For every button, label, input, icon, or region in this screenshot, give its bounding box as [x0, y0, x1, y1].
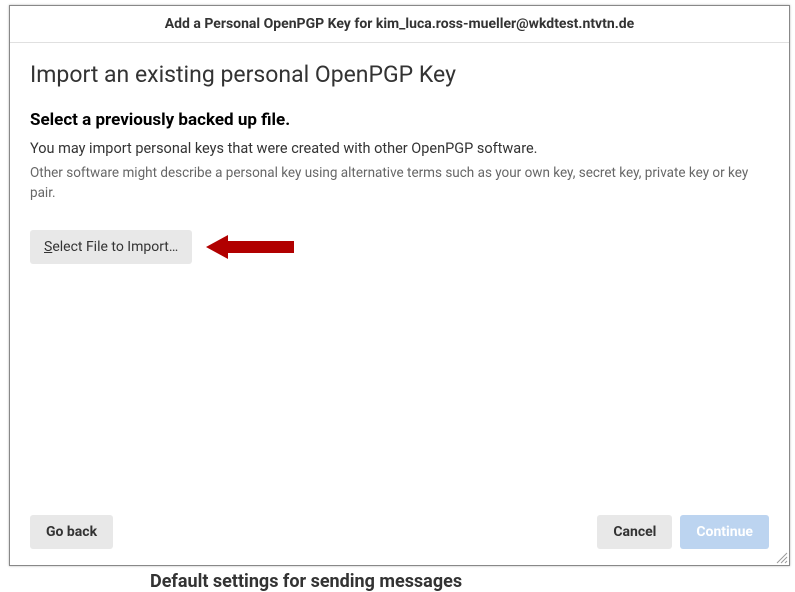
footer-left: Go back	[30, 515, 113, 549]
import-heading: Import an existing personal OpenPGP Key	[30, 61, 769, 88]
import-description: You may import personal keys that were c…	[30, 140, 769, 157]
select-file-subheading: Select a previously backed up file.	[30, 110, 769, 130]
go-back-button[interactable]: Go back	[30, 515, 113, 549]
add-openpgp-key-dialog: Add a Personal OpenPGP Key for kim_luca.…	[9, 5, 790, 566]
footer-right: Cancel Continue	[597, 515, 769, 549]
background-heading: Default settings for sending messages	[150, 571, 462, 592]
import-hint: Other software might describe a personal…	[30, 163, 769, 204]
dialog-body: Import an existing personal OpenPGP Key …	[10, 43, 789, 501]
dialog-title: Add a Personal OpenPGP Key for kim_luca.…	[10, 6, 789, 43]
select-file-row: Select File to Import…	[30, 230, 769, 264]
dialog-footer: Go back Cancel Continue	[10, 501, 789, 565]
select-file-label-rest: elect File to Import…	[52, 239, 178, 255]
arrow-annotation-icon	[206, 233, 294, 261]
resize-grip-icon[interactable]	[774, 550, 788, 564]
continue-button[interactable]: Continue	[680, 515, 769, 549]
select-file-button[interactable]: Select File to Import…	[30, 230, 192, 264]
cancel-button[interactable]: Cancel	[597, 515, 672, 549]
